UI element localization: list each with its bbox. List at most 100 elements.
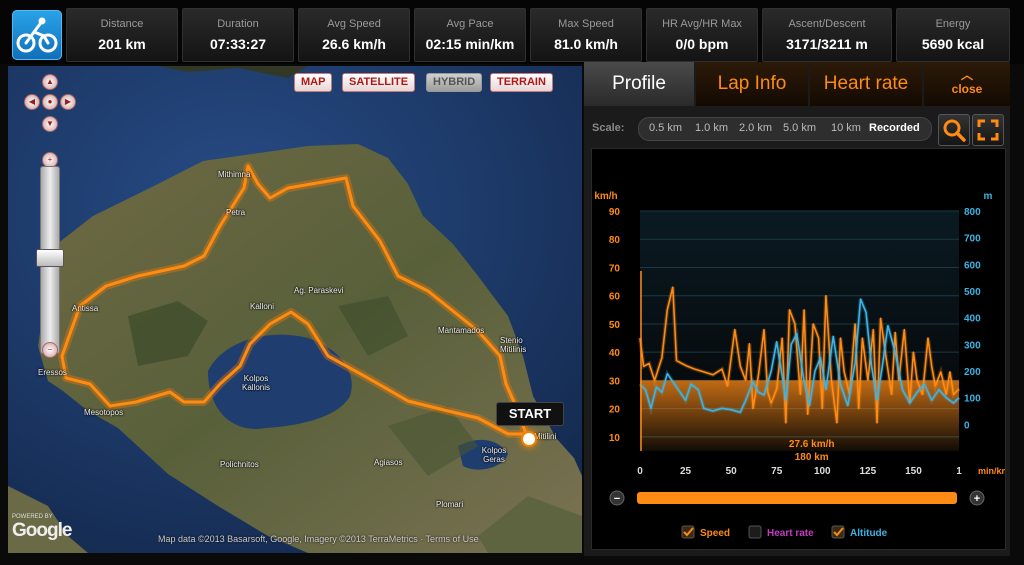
legend-heart-rate-checkbox[interactable] bbox=[748, 525, 762, 539]
stat-avg-pace: Avg Pace 02:15 min/km bbox=[414, 8, 526, 62]
x-axis-tick: 125 bbox=[860, 466, 877, 477]
x-axis-unit: min/km bbox=[978, 466, 1005, 476]
map-type-terrain-button[interactable]: TERRAIN bbox=[490, 73, 553, 92]
stat-label: Duration bbox=[217, 18, 259, 30]
pan-up-icon[interactable]: ▲ bbox=[42, 74, 58, 90]
right-axis-tick: 300 bbox=[964, 340, 981, 351]
bicycle-icon[interactable] bbox=[12, 10, 62, 60]
close-label: close bbox=[951, 82, 983, 96]
close-panel-button[interactable]: ︿ close bbox=[924, 62, 1010, 106]
pan-left-icon[interactable]: ◀ bbox=[24, 94, 40, 110]
scale-label: Scale: bbox=[592, 122, 625, 134]
left-axis-tick: 70 bbox=[609, 263, 621, 274]
left-axis-tick: 80 bbox=[609, 235, 621, 246]
stat-label: Avg Speed bbox=[327, 18, 381, 30]
left-axis-tick: 90 bbox=[609, 207, 621, 218]
place-label: Polichnitos bbox=[220, 460, 259, 469]
place-label: Kolpos Geras bbox=[481, 446, 507, 464]
stat-value: 5690 kcal bbox=[921, 36, 985, 52]
right-axis-tick: 200 bbox=[964, 367, 981, 378]
pan-right-icon[interactable]: ▶ bbox=[60, 94, 76, 110]
left-axis-tick: 50 bbox=[609, 320, 621, 331]
stat-label: Avg Pace bbox=[446, 18, 494, 30]
place-label: Ag. Paraskevi bbox=[294, 286, 344, 295]
stat-value: 201 km bbox=[98, 36, 146, 52]
scale-option-5km[interactable]: 5.0 km bbox=[783, 122, 816, 134]
scale-option-recorded[interactable]: Recorded bbox=[869, 122, 920, 134]
left-axis-tick: 40 bbox=[609, 348, 621, 359]
start-marker-label: START bbox=[496, 402, 564, 426]
scale-option-2km[interactable]: 2.0 km bbox=[739, 122, 772, 134]
map-type-hybrid-button[interactable]: HYBRID bbox=[426, 73, 483, 92]
map-attribution: Map data ©2013 Basarsoft, Google, Imager… bbox=[158, 534, 479, 544]
map-type-map-button[interactable]: MAP bbox=[294, 73, 333, 92]
cursor-distance-label: 180 km bbox=[795, 452, 829, 463]
x-axis-tick: 150 bbox=[905, 466, 922, 477]
left-axis-tick: 10 bbox=[609, 433, 621, 444]
x-axis-tick: 1 bbox=[956, 466, 962, 477]
tab-profile[interactable]: Profile bbox=[584, 62, 694, 106]
stat-label: Ascent/Descent bbox=[788, 18, 866, 30]
map-type-satellite-button[interactable]: SATELLITE bbox=[342, 73, 416, 92]
left-axis-tick: 20 bbox=[609, 405, 621, 416]
stat-label: Energy bbox=[935, 18, 971, 30]
place-label: Kolpos Kallonis bbox=[241, 374, 270, 392]
route-map[interactable]: MAP SATELLITE HYBRID TERRAIN ▲ ◀ ● ▶ ▼ +… bbox=[8, 66, 582, 553]
x-axis-tick: 0 bbox=[637, 466, 643, 477]
place-label: Agiasos bbox=[374, 458, 403, 467]
stat-heart-rate: HR Avg/HR Max 0/0 bpm bbox=[646, 8, 758, 62]
fullscreen-icon[interactable] bbox=[972, 114, 1004, 146]
profile-chart-svg: km/h m10203040506070809001002003004005006… bbox=[594, 191, 1005, 539]
right-axis-tick: 500 bbox=[964, 287, 981, 298]
stat-value: 26.6 km/h bbox=[322, 36, 386, 52]
stat-value: 02:15 min/km bbox=[425, 36, 515, 52]
chevron-up-icon: ︿ bbox=[960, 68, 973, 82]
stat-distance: Distance 201 km bbox=[66, 8, 178, 62]
google-brand-text: Google bbox=[12, 520, 72, 541]
right-axis-tick: 0 bbox=[964, 420, 970, 431]
stat-energy: Energy 5690 kcal bbox=[896, 8, 1010, 62]
scale-selector: 0.5 km 1.0 km 2.0 km 5.0 km 10 km Record… bbox=[638, 117, 932, 141]
profile-chart[interactable]: km/h m 10 20 30 40 50 60 70 80 90 0 100 200 300 400 500 6… bbox=[591, 148, 1006, 550]
left-axis-tick: 60 bbox=[609, 292, 621, 303]
stat-avg-speed: Avg Speed 26.6 km/h bbox=[298, 8, 410, 62]
tab-lap-info[interactable]: Lap Info bbox=[696, 62, 808, 106]
tab-heart-rate[interactable]: Heart rate bbox=[810, 62, 922, 106]
place-label: Petra bbox=[226, 208, 246, 217]
place-label: Mitilini bbox=[534, 432, 557, 441]
stat-value: 81.0 km/h bbox=[554, 36, 618, 52]
stat-duration: Duration 07:33:27 bbox=[182, 8, 294, 62]
zoom-out-icon[interactable]: − bbox=[42, 342, 58, 358]
x-axis-tick: 25 bbox=[680, 466, 692, 477]
scrubber-track[interactable] bbox=[637, 492, 957, 504]
stat-label: Max Speed bbox=[558, 18, 614, 30]
scale-option-10km[interactable]: 10 km bbox=[831, 122, 861, 134]
right-axis-tick: 800 bbox=[964, 207, 981, 218]
scale-option-1km[interactable]: 1.0 km bbox=[695, 122, 728, 134]
zoom-slider-handle[interactable] bbox=[36, 249, 64, 267]
place-label: Mesotopos bbox=[84, 408, 124, 417]
stat-max-speed: Max Speed 81.0 km/h bbox=[530, 8, 642, 62]
scrubber-minus-glyph: − bbox=[614, 493, 620, 505]
stat-value: 07:33:27 bbox=[209, 36, 267, 52]
pan-down-icon[interactable]: ▼ bbox=[42, 116, 58, 132]
legend-heart-rate-label: Heart rate bbox=[767, 528, 814, 539]
stats-bar: Distance 201 km Duration 07:33:27 Avg Spee… bbox=[0, 0, 1024, 64]
place-label: Plomari bbox=[436, 500, 464, 509]
right-axis-tick: 400 bbox=[964, 314, 981, 325]
legend-altitude-label: Altitude bbox=[850, 528, 888, 539]
zoom-magnifier-icon[interactable] bbox=[938, 114, 970, 146]
left-axis-tick: 30 bbox=[609, 376, 621, 387]
place-label: Mithimna bbox=[218, 170, 251, 179]
scale-option-0-5km[interactable]: 0.5 km bbox=[649, 122, 682, 134]
start-marker[interactable] bbox=[521, 431, 537, 447]
pan-center-icon[interactable]: ● bbox=[42, 94, 58, 110]
google-logo: POWERED BY Google bbox=[12, 514, 72, 542]
right-axis-unit: m bbox=[984, 191, 993, 202]
analysis-panel: Profile Lap Info Heart rate ︿ close Scal… bbox=[584, 62, 1010, 556]
scrubber-plus-glyph: + bbox=[974, 493, 980, 505]
x-axis-tick: 50 bbox=[726, 466, 738, 477]
left-axis-unit: km/h bbox=[594, 191, 617, 202]
right-axis-tick: 700 bbox=[964, 234, 981, 245]
place-label: Stenio Mitilinis bbox=[500, 336, 527, 354]
